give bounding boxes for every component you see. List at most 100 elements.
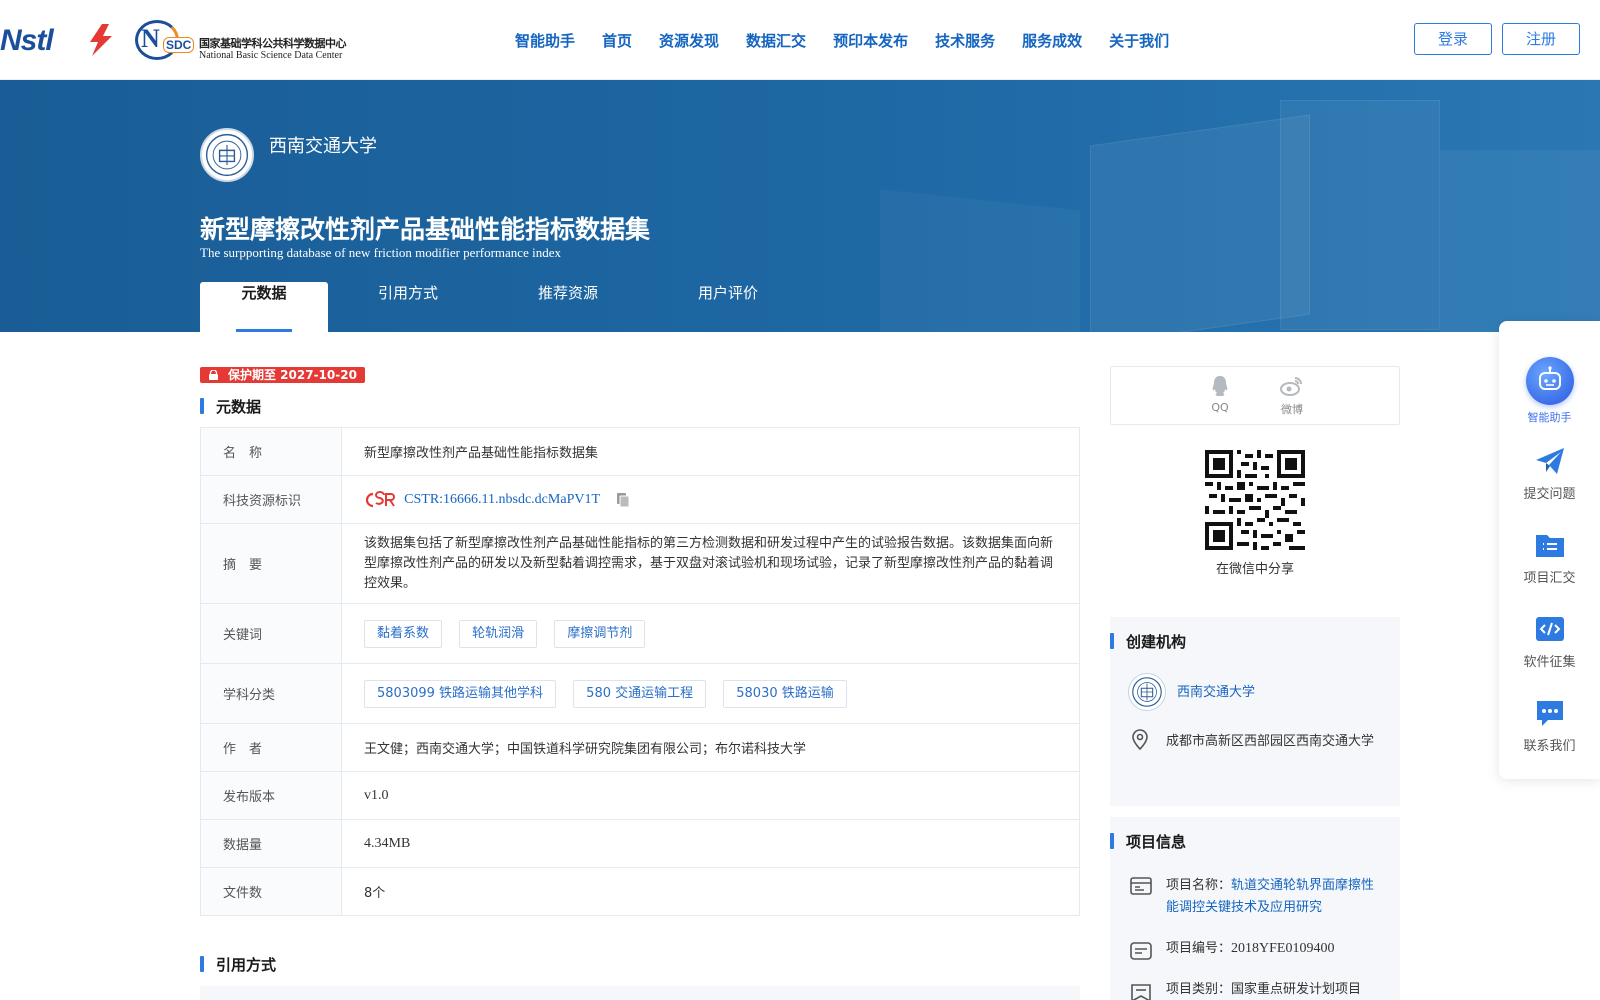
row-label: 科技资源标识 [200, 475, 342, 524]
dock-project-submission[interactable]: 项目汇交 [1499, 529, 1600, 586]
row-label: 发布版本 [200, 771, 342, 820]
keyword-chip[interactable]: 黏着系数 [364, 619, 443, 648]
nsdc-logo[interactable]: N SDC 国家基础学科公共科学数据中心 National Basic Scie… [135, 20, 355, 61]
share-qq-label: QQ [1211, 401, 1229, 414]
share-weibo-label: 微博 [1281, 403, 1303, 416]
dataset-banner: 西南交通大学 新型摩擦改性剂产品基础性能指标数据集 The surpportin… [0, 80, 1600, 332]
tab-citation[interactable]: 引用方式 [328, 282, 488, 332]
banner-decoration [1440, 150, 1600, 332]
lock-icon [209, 370, 218, 380]
table-row: 文件数 8个 [200, 867, 1080, 916]
table-row: 名 称 新型摩擦改性剂产品基础性能指标数据集 [200, 427, 1080, 476]
dock-project-label: 项目汇交 [1523, 571, 1576, 586]
project-name-row: 项目名称：轨道交通轮轨界面摩擦性能调控关键技术及应用研究 [1166, 875, 1386, 919]
nsdc-logo-sdc: SDC [163, 37, 195, 53]
cstr-identifier-link[interactable]: CSTR:16666.11.nbsdc.dcMaPV1T [404, 492, 600, 507]
row-label: 文件数 [200, 867, 342, 916]
nav-service-results[interactable]: 服务成效 [1022, 30, 1082, 51]
nsdc-logo-n: N [141, 24, 160, 53]
row-value: 该数据集包括了新型摩擦改性剂产品基础性能指标的第三方检测数据和研发过程中产生的试… [341, 523, 1080, 604]
nsdc-logo-en: National Basic Science Data Center [199, 50, 343, 61]
row-label: 关键词 [200, 603, 342, 664]
qq-icon [1212, 376, 1228, 396]
location-icon [1132, 729, 1148, 751]
register-button[interactable]: 注册 [1502, 23, 1580, 55]
code-icon [1535, 617, 1564, 641]
nav-preprint[interactable]: 预印本发布 [833, 30, 908, 51]
nav-data-submission[interactable]: 数据汇交 [746, 30, 806, 51]
creator-address: 成都市高新区西部园区西南交通大学 [1166, 734, 1375, 749]
project-type-label: 项目类别： [1166, 982, 1232, 997]
institution-name[interactable]: 西南交通大学 [269, 132, 377, 158]
chat-icon [1536, 701, 1563, 726]
university-seal-icon[interactable] [200, 128, 254, 182]
project-name-icon [1130, 877, 1152, 895]
keyword-list: 黏着系数 轮轨润滑 摩擦调节剂 [341, 603, 1080, 664]
login-button[interactable]: 登录 [1414, 23, 1492, 55]
nav-tech-service[interactable]: 技术服务 [935, 30, 995, 51]
partner-logo-icon[interactable] [82, 22, 120, 58]
banner-decoration [880, 189, 1080, 332]
wechat-share-label: 在微信中分享 [1215, 562, 1294, 577]
dock-software-label: 软件征集 [1523, 655, 1576, 670]
subject-chip[interactable]: 5803099 铁路运输其他学科 [364, 679, 557, 708]
banner-decoration [1090, 114, 1310, 332]
dock-ai-assistant[interactable]: 智能助手 [1499, 357, 1600, 425]
share-qq-button[interactable]: QQ [1200, 375, 1240, 414]
project-name-label: 项目名称： [1166, 878, 1232, 893]
table-row: 关键词 黏着系数 轮轨润滑 摩擦调节剂 [200, 603, 1080, 664]
dock-ai-label: 智能助手 [1527, 411, 1572, 424]
row-value: 8个 [341, 867, 1080, 916]
subject-chip[interactable]: 58030 铁路运输 [723, 679, 847, 708]
nav-home[interactable]: 首页 [602, 30, 632, 51]
project-code-value: 2018YFE0109400 [1231, 941, 1335, 956]
dock-submit-question[interactable]: 提交问题 [1499, 445, 1600, 502]
paper-plane-icon [1535, 448, 1564, 474]
creator-heading: 创建机构 [1110, 631, 1186, 652]
creator-org-link[interactable]: 西南交通大学 [1177, 681, 1255, 700]
nstl-logo[interactable]: Nstl [0, 24, 54, 58]
keyword-chip[interactable]: 轮轨润滑 [459, 619, 538, 648]
share-weibo-button[interactable]: 微博 [1272, 375, 1312, 417]
banner-decoration [1280, 100, 1440, 330]
tab-metadata[interactable]: 元数据 [200, 282, 328, 332]
project-code-row: 项目编号：2018YFE0109400 [1166, 938, 1386, 960]
project-type-value: 国家重点研发计划项目 [1231, 982, 1362, 997]
metadata-table: 名 称 新型摩擦改性剂产品基础性能指标数据集 科技资源标识 CSTR:16666… [200, 427, 1080, 916]
university-seal-icon[interactable] [1128, 673, 1166, 711]
dock-submit-label: 提交问题 [1523, 487, 1576, 502]
project-code-label: 项目编号： [1166, 941, 1232, 956]
dock-software-collection[interactable]: 软件征集 [1499, 613, 1600, 670]
project-type-row: 项目类别：国家重点研发计划项目 [1166, 979, 1386, 1000]
protection-text: 保护期至 2027-10-20 [228, 368, 357, 382]
project-heading: 项目信息 [1110, 831, 1186, 852]
row-value: 4.34MB [341, 819, 1080, 868]
top-navbar: Nstl N SDC 国家基础学科公共科学数据中心 National Basic… [0, 0, 1600, 80]
tab-reviews[interactable]: 用户评价 [648, 282, 808, 332]
tab-recommended[interactable]: 推荐资源 [488, 282, 648, 332]
copy-icon[interactable] [616, 492, 630, 508]
citation-heading: 引用方式 [200, 954, 276, 975]
nav-about-us[interactable]: 关于我们 [1109, 30, 1169, 51]
row-label: 摘 要 [200, 523, 342, 604]
creator-card: 创建机构 西南交通大学 成都市高新区西部园区西南交通大学 [1110, 617, 1400, 806]
nav-resource-discovery[interactable]: 资源发现 [659, 30, 719, 51]
row-label: 数据量 [200, 819, 342, 868]
subject-list: 5803099 铁路运输其他学科 580 交通运输工程 58030 铁路运输 [341, 663, 1080, 724]
project-code-icon [1130, 942, 1152, 960]
dock-contact-label: 联系我们 [1523, 739, 1576, 754]
table-row: 数据量 4.34MB [200, 819, 1080, 868]
share-panel: QQ 微博 [1110, 366, 1400, 425]
table-row: 发布版本 v1.0 [200, 771, 1080, 820]
weibo-icon [1280, 377, 1302, 396]
subject-chip[interactable]: 580 交通运输工程 [573, 679, 707, 708]
citation-panel [200, 986, 1080, 1000]
keyword-chip[interactable]: 摩擦调节剂 [554, 619, 646, 648]
row-label: 作 者 [200, 723, 342, 772]
page-title: 新型摩擦改性剂产品基础性能指标数据集 [200, 215, 651, 244]
dock-contact-us[interactable]: 联系我们 [1499, 697, 1600, 754]
table-row: 作 者 王文健；西南交通大学；中国铁道科学研究院集团有限公司；布尔诺科技大学 [200, 723, 1080, 772]
nav-ai-assistant[interactable]: 智能助手 [515, 30, 575, 51]
row-value: CSTR:16666.11.nbsdc.dcMaPV1T [341, 475, 1080, 524]
cstr-logo-icon [365, 490, 395, 507]
